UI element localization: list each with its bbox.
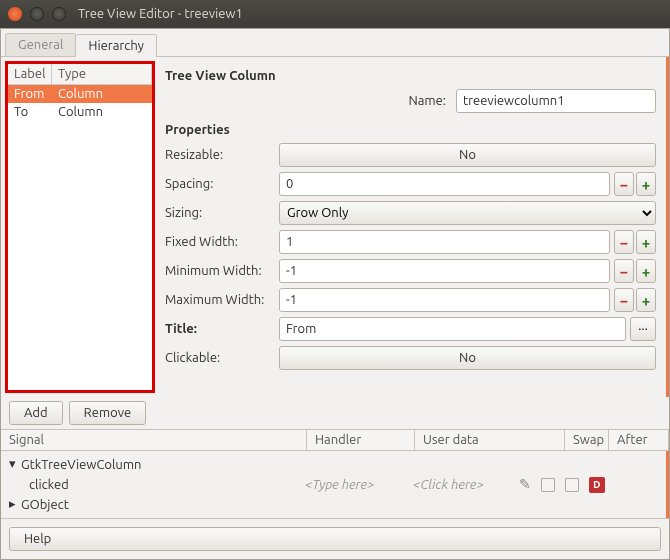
max-width-label: Maximum Width: xyxy=(165,293,275,307)
titlebar: Tree View Editor - treeview1 xyxy=(0,0,670,28)
title-edit-button[interactable]: ... xyxy=(630,317,656,341)
tab-bar: General Hierarchy xyxy=(1,29,669,57)
properties-heading: Properties xyxy=(165,123,656,137)
plus-icon[interactable]: + xyxy=(636,259,656,283)
resizable-label: Resizable: xyxy=(165,148,275,162)
delete-icon[interactable]: D xyxy=(589,477,605,493)
swap-checkbox[interactable] xyxy=(541,478,555,492)
spacing-label: Spacing: xyxy=(165,177,275,191)
minimize-icon[interactable] xyxy=(30,7,44,21)
scrollbar[interactable] xyxy=(666,451,669,518)
plus-icon[interactable]: + xyxy=(636,172,656,196)
minus-icon[interactable]: − xyxy=(614,259,634,283)
maximize-icon[interactable] xyxy=(52,7,66,21)
minus-icon[interactable]: − xyxy=(614,230,634,254)
columns-tree-header: Label Type xyxy=(8,64,152,85)
minus-icon[interactable]: − xyxy=(614,172,634,196)
window-title: Tree View Editor - treeview1 xyxy=(78,7,243,21)
scrollbar[interactable] xyxy=(666,57,669,397)
col-handler[interactable]: Handler xyxy=(307,430,415,450)
signal-group[interactable]: ▾ GtkTreeViewColumn xyxy=(9,455,658,474)
col-userdata[interactable]: User data xyxy=(415,430,565,450)
pencil-icon[interactable]: ✎ xyxy=(519,476,531,493)
plus-icon[interactable]: + xyxy=(636,288,656,312)
resizable-toggle[interactable]: No xyxy=(279,143,656,167)
clickable-label: Clickable: xyxy=(165,351,275,365)
handler-input[interactable]: <Type here> xyxy=(305,478,413,492)
after-checkbox[interactable] xyxy=(565,478,579,492)
columns-tree[interactable]: Label Type From Column To Column xyxy=(5,61,155,393)
min-width-input[interactable] xyxy=(279,259,610,283)
title-input[interactable] xyxy=(279,317,626,341)
minus-icon[interactable]: − xyxy=(614,288,634,312)
help-button[interactable]: Help xyxy=(9,527,661,551)
column-row[interactable]: To Column xyxy=(8,103,152,121)
remove-button[interactable]: Remove xyxy=(69,401,147,425)
tab-general[interactable]: General xyxy=(5,33,76,56)
close-icon[interactable] xyxy=(8,7,22,21)
add-button[interactable]: Add xyxy=(9,401,63,425)
sizing-label: Sizing: xyxy=(165,206,275,220)
tab-hierarchy[interactable]: Hierarchy xyxy=(75,34,157,57)
min-width-label: Minimum Width: xyxy=(165,264,275,278)
header-label[interactable]: Label xyxy=(8,64,52,84)
chevron-right-icon[interactable]: ▸ xyxy=(9,497,21,512)
signals-header: Signal Handler User data Swap After xyxy=(1,430,669,451)
chevron-down-icon[interactable]: ▾ xyxy=(9,457,21,472)
clickable-toggle[interactable]: No xyxy=(279,346,656,370)
header-type[interactable]: Type xyxy=(52,64,152,84)
max-width-input[interactable] xyxy=(279,288,610,312)
fixed-width-input[interactable] xyxy=(279,230,610,254)
signal-row[interactable]: clicked <Type here> <Click here> ✎ D xyxy=(9,474,658,495)
spacing-input[interactable] xyxy=(279,172,610,196)
title-label: Title: xyxy=(165,322,275,336)
name-label: Name: xyxy=(408,94,446,108)
signal-group[interactable]: ▸ GObject xyxy=(9,495,658,514)
col-swap[interactable]: Swap xyxy=(565,430,609,450)
sizing-select[interactable]: Grow Only xyxy=(279,201,656,225)
section-heading: Tree View Column xyxy=(165,69,656,83)
column-row[interactable]: From Column xyxy=(8,85,152,103)
userdata-input[interactable]: <Click here> xyxy=(413,478,519,492)
name-input[interactable] xyxy=(456,89,656,113)
col-signal[interactable]: Signal xyxy=(1,430,307,450)
plus-icon[interactable]: + xyxy=(636,230,656,254)
fixed-width-label: Fixed Width: xyxy=(165,235,275,249)
col-after[interactable]: After xyxy=(609,430,669,450)
